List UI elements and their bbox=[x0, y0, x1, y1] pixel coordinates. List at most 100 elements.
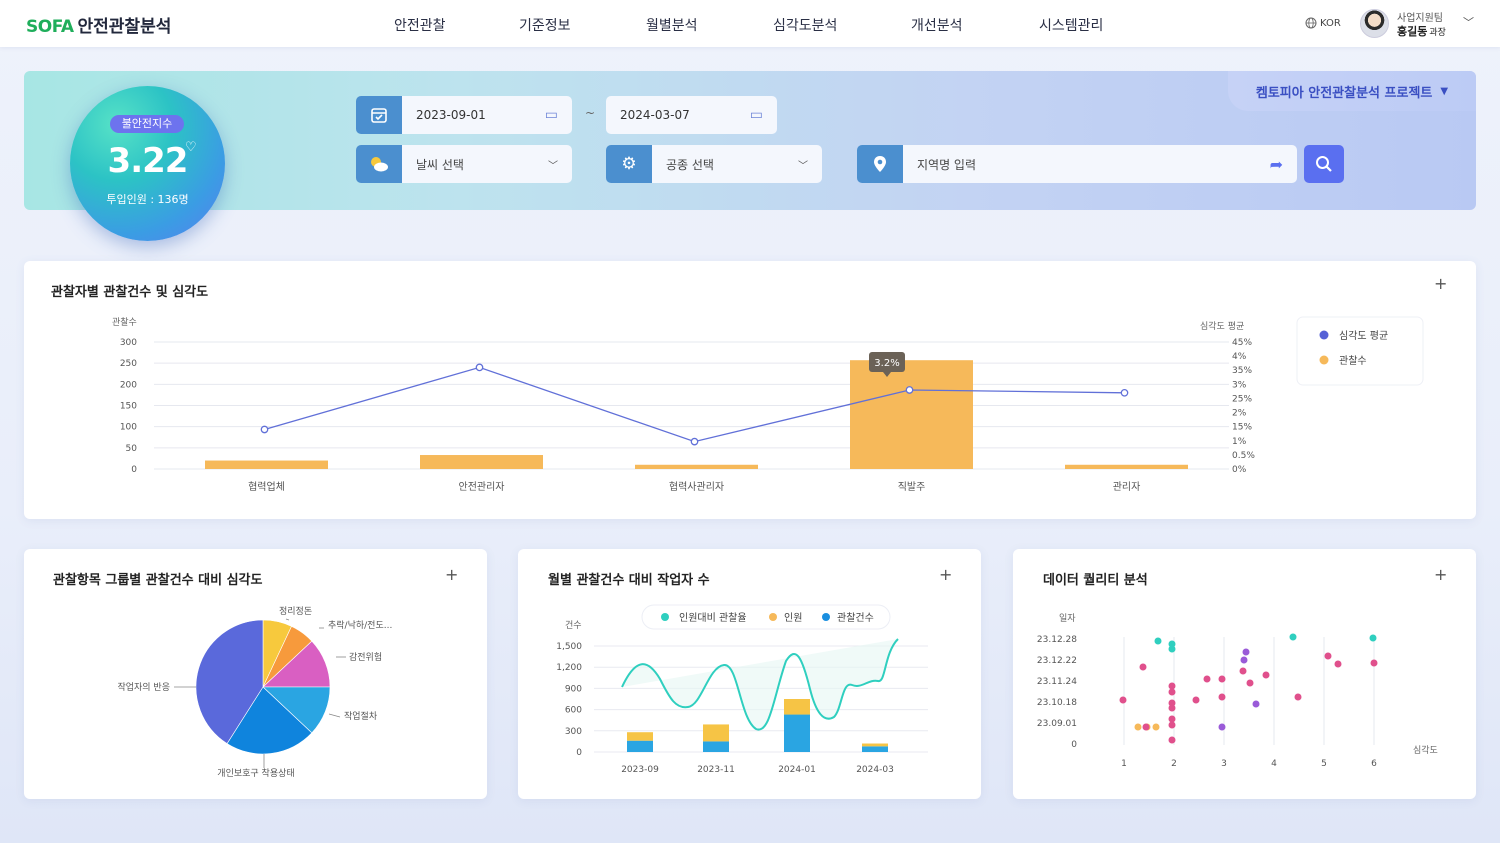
calendar-icon[interactable]: ▭ bbox=[545, 107, 558, 123]
observer-legend: 심각도 평균 관찰수 bbox=[1296, 316, 1424, 386]
right-tick-label: 1% bbox=[1232, 437, 1247, 447]
y-tick-label: 23.11.24 bbox=[1037, 677, 1077, 687]
chevron-down-icon[interactable]: ﹀ bbox=[1463, 14, 1474, 30]
nav-item-improvement-analysis[interactable]: 개선분석 bbox=[911, 15, 963, 35]
nav-item-severity-analysis[interactable]: 심각도분석 bbox=[773, 15, 837, 35]
scatter-point bbox=[1134, 723, 1142, 731]
x-tick-label: 2024-03 bbox=[856, 765, 894, 775]
unsafe-index-widget: 불안전지수 3.22 ♡ 투입인원 : 136명 bbox=[70, 86, 225, 241]
scatter-point bbox=[1240, 656, 1248, 664]
observation-bar[interactable] bbox=[205, 460, 328, 469]
pie-leader-line bbox=[328, 713, 341, 718]
headcount-bar[interactable] bbox=[862, 743, 888, 747]
scatter-point bbox=[1294, 693, 1302, 701]
legend-headcount: 인원 bbox=[784, 612, 802, 624]
severity-point[interactable] bbox=[475, 363, 484, 372]
scatter-point bbox=[1242, 648, 1250, 656]
observation-bar[interactable] bbox=[420, 455, 543, 469]
scatter-point bbox=[1168, 704, 1176, 712]
avatar[interactable] bbox=[1360, 9, 1389, 38]
region-input-box[interactable]: 지역명 입력 ➦ bbox=[903, 145, 1297, 183]
pie-leader-line bbox=[285, 618, 290, 621]
observation-bar[interactable] bbox=[627, 740, 653, 752]
x-tick-label: 2024-01 bbox=[778, 765, 816, 775]
pie-label: 감전위험 bbox=[349, 651, 382, 663]
scatter-point bbox=[1324, 652, 1332, 660]
monthly-chart-card: 월별 관찰건수 대비 작업자 수 + 인원대비 관찰율 인원 관찰건수 건수 1… bbox=[518, 549, 981, 799]
severity-point[interactable] bbox=[260, 425, 269, 434]
headcount-bar[interactable] bbox=[627, 732, 653, 741]
work-type-select[interactable]: ⚙ 공종 선택 ﹀ bbox=[606, 145, 822, 183]
weather-select-box[interactable]: 날씨 선택 ﹀ bbox=[402, 145, 572, 183]
observation-bar[interactable] bbox=[635, 464, 758, 469]
search-button[interactable] bbox=[1304, 145, 1344, 183]
user-rank: 과장 bbox=[1429, 28, 1446, 38]
left-tick-label: 150 bbox=[120, 402, 137, 412]
severity-point[interactable] bbox=[690, 437, 699, 446]
category-label: 안전관리자 bbox=[459, 481, 505, 493]
legend-observations: 관찰건수 bbox=[837, 612, 874, 624]
severity-point[interactable] bbox=[905, 386, 914, 394]
observation-bar[interactable] bbox=[862, 746, 888, 752]
y-tick-label: 900 bbox=[565, 684, 582, 694]
start-date-box[interactable]: 2023-09-01 ▭ bbox=[402, 96, 572, 134]
weather-select-value: 날씨 선택 bbox=[416, 157, 464, 172]
observation-bar[interactable] bbox=[850, 360, 973, 469]
region-field[interactable]: 지역명 입력 ➦ bbox=[857, 145, 1297, 183]
start-date-value: 2023-09-01 bbox=[416, 108, 486, 122]
weather-select[interactable]: 날씨 선택 ﹀ bbox=[356, 145, 572, 183]
region-input[interactable]: 지역명 입력 bbox=[917, 156, 976, 173]
scatter-point bbox=[1139, 663, 1147, 671]
x-tick-label: 6 bbox=[1371, 759, 1377, 769]
app-logo[interactable]: SOFA 안전관찰분석 bbox=[26, 12, 171, 37]
nav-item-system-admin[interactable]: 시스템관리 bbox=[1039, 15, 1103, 35]
x-tick-label: 4 bbox=[1271, 759, 1277, 769]
right-tick-label: 25% bbox=[1232, 394, 1252, 404]
nav-item-base-info[interactable]: 기준정보 bbox=[519, 15, 571, 35]
left-tick-label: 50 bbox=[126, 444, 138, 454]
left-tick-label: 250 bbox=[120, 359, 137, 369]
observation-bar[interactable] bbox=[1065, 464, 1188, 469]
scatter-point bbox=[1218, 693, 1226, 701]
work-type-select-box[interactable]: 공종 선택 ﹀ bbox=[652, 145, 822, 183]
calendar-check-icon bbox=[356, 96, 402, 134]
nav-item-safety-observation[interactable]: 안전관찰 bbox=[394, 15, 446, 35]
scatter-point bbox=[1239, 667, 1247, 675]
unsafe-index-value: 3.22 bbox=[107, 141, 189, 181]
observation-bar[interactable] bbox=[703, 741, 729, 752]
left-tick-label: 200 bbox=[120, 380, 137, 390]
scatter-point bbox=[1119, 696, 1127, 704]
logo-title: 안전관찰분석 bbox=[77, 17, 172, 37]
scatter-point bbox=[1168, 682, 1176, 690]
work-type-select-value: 공종 선택 bbox=[666, 157, 714, 172]
pie-label: 작업자의 반응 bbox=[117, 682, 170, 693]
start-date-field[interactable]: 2023-09-01 ▭ bbox=[356, 96, 572, 134]
project-selector[interactable]: 켐토피아 안전관찰분석 프로젝트 ▼ bbox=[1228, 71, 1476, 111]
legend-rate: 인원대비 관찰율 bbox=[679, 612, 747, 624]
language-selector[interactable]: KOR bbox=[1305, 17, 1341, 29]
end-date-box[interactable]: 2024-03-07 ▭ bbox=[606, 96, 777, 134]
search-icon bbox=[1316, 156, 1332, 172]
end-date-field[interactable]: 2024-03-07 ▭ bbox=[606, 96, 777, 134]
right-axis-label: 심각도 평균 bbox=[1200, 320, 1244, 332]
share-arrow-icon[interactable]: ➦ bbox=[1270, 155, 1283, 174]
location-pin-icon bbox=[857, 145, 903, 183]
language-label: KOR bbox=[1320, 17, 1341, 29]
monthly-chart-plot: 인원대비 관찰율 인원 관찰건수 건수 1,500 1,200 900 600 300 0… bbox=[556, 604, 928, 775]
y-tick-label: 23.10.18 bbox=[1037, 698, 1077, 708]
top-navigation-bar: SOFA 안전관찰분석 안전관찰 기준정보 월별분석 심각도분석 개선분석 시스템… bbox=[0, 0, 1500, 47]
nav-item-monthly-analysis[interactable]: 월별분석 bbox=[646, 15, 698, 35]
scatter-point bbox=[1142, 723, 1150, 731]
caret-down-icon: ▼ bbox=[1440, 85, 1449, 97]
severity-point[interactable] bbox=[1120, 388, 1129, 397]
right-tick-label: 2% bbox=[1232, 409, 1247, 419]
headcount-bar[interactable] bbox=[703, 724, 729, 742]
scatter-point bbox=[1168, 645, 1176, 653]
scatter-point bbox=[1168, 721, 1176, 729]
scatter-point bbox=[1168, 736, 1176, 744]
y-tick-label: 23.12.22 bbox=[1037, 656, 1077, 666]
observation-bar[interactable] bbox=[784, 714, 810, 752]
headcount-bar[interactable] bbox=[784, 699, 810, 715]
y-tick-label: 1,500 bbox=[556, 642, 582, 652]
calendar-icon[interactable]: ▭ bbox=[750, 107, 763, 123]
